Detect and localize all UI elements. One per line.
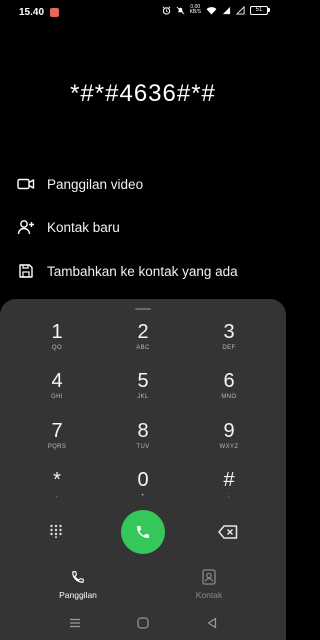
phone-icon	[137, 526, 149, 538]
key-digit: 9	[223, 420, 235, 442]
key-digit: 2	[137, 321, 149, 343]
key-letters: WXYZ	[219, 444, 239, 450]
key-digit: 3	[223, 321, 235, 343]
status-time: 15.40	[19, 7, 45, 18]
back-icon	[207, 617, 217, 629]
battery-level: 51	[250, 5, 268, 15]
key-letters: MNO	[221, 394, 237, 400]
call-button[interactable]	[121, 510, 165, 554]
signal-icon-sim2	[236, 5, 245, 15]
key-letters: ABC	[136, 345, 150, 351]
video-call-label: Panggilan video	[47, 176, 144, 192]
tab-contacts[interactable]: Kontak	[169, 568, 249, 600]
add-person-icon	[17, 218, 35, 236]
home-button[interactable]	[136, 616, 150, 630]
tab-contacts-label: Kontak	[195, 590, 223, 600]
system-nav-bar	[0, 608, 286, 640]
key-letters: ,	[55, 493, 59, 499]
network-speed-unit: KB/S	[189, 9, 201, 15]
key-letters: GHI	[51, 394, 63, 400]
key-6[interactable]: 6 MNO	[199, 370, 259, 414]
notification-app-icon	[50, 8, 59, 17]
backspace-icon	[218, 525, 238, 539]
key-letters: DEF	[222, 345, 236, 351]
key-7[interactable]: 7 PQRS	[27, 420, 87, 464]
wifi-icon	[206, 6, 217, 15]
key-digit: 8	[137, 420, 149, 442]
key-8[interactable]: 8 TUV	[113, 420, 173, 464]
key-digit: 6	[223, 370, 235, 392]
key-4[interactable]: 4 GHI	[27, 370, 87, 414]
battery-icon: 51	[250, 5, 270, 15]
key-digit: #	[223, 469, 235, 491]
new-contact-label: Kontak baru	[47, 219, 120, 235]
tab-calls-label: Panggilan	[59, 590, 97, 600]
alarm-icon	[162, 5, 170, 15]
drag-handle[interactable]	[135, 308, 151, 310]
key-2[interactable]: 2 ABC	[113, 321, 173, 365]
key-hash[interactable]: # ;	[199, 469, 259, 513]
key-0[interactable]: 0 +	[113, 469, 173, 513]
voicemail-icon: QO	[51, 345, 63, 351]
home-icon	[137, 617, 149, 629]
key-letters: +	[141, 493, 145, 499]
signal-icon-sim1	[222, 6, 231, 14]
tab-calls[interactable]: Panggilan	[38, 568, 118, 600]
key-letters: JKL	[137, 394, 149, 400]
key-9[interactable]: 9 WXYZ	[199, 420, 259, 464]
add-to-existing-contact-label: Tambahkan ke kontak yang ada	[47, 263, 238, 279]
dialpad-toggle-icon[interactable]	[49, 524, 63, 539]
add-to-existing-contact-action[interactable]: Tambahkan ke kontak yang ada	[17, 259, 277, 283]
key-digit: *	[53, 469, 61, 491]
key-digit: 0	[137, 469, 149, 491]
menu-icon	[70, 618, 80, 628]
key-letters: TUV	[136, 444, 150, 450]
key-digit: 7	[51, 420, 63, 442]
key-1[interactable]: 1 QO	[27, 321, 87, 365]
status-icons: 0,00 KB/S 51	[162, 5, 270, 15]
mute-icon	[176, 6, 185, 14]
save-icon	[17, 262, 35, 280]
key-3[interactable]: 3 DEF	[199, 321, 259, 365]
new-contact-action[interactable]: Kontak baru	[17, 215, 277, 239]
key-digit: 1	[51, 321, 63, 343]
video-icon	[17, 175, 35, 193]
status-bar: 15.40 0,00 KB/S 51	[0, 0, 286, 26]
back-button[interactable]	[205, 616, 219, 630]
video-call-action[interactable]: Panggilan video	[17, 172, 277, 196]
network-speed: 0,00 KB/S	[190, 5, 201, 15]
contacts-icon	[169, 568, 249, 586]
key-letters: ;	[227, 493, 231, 499]
key-digit: 5	[137, 370, 149, 392]
backspace-button[interactable]	[216, 525, 240, 539]
key-5[interactable]: 5 JKL	[113, 370, 173, 414]
recents-button[interactable]	[68, 616, 82, 630]
key-digit: 4	[51, 370, 63, 392]
phone-icon	[38, 568, 118, 586]
dialed-number[interactable]: *#*#4636#*#	[0, 80, 286, 108]
key-letters: PQRS	[47, 444, 67, 450]
key-star[interactable]: * ,	[27, 469, 87, 513]
